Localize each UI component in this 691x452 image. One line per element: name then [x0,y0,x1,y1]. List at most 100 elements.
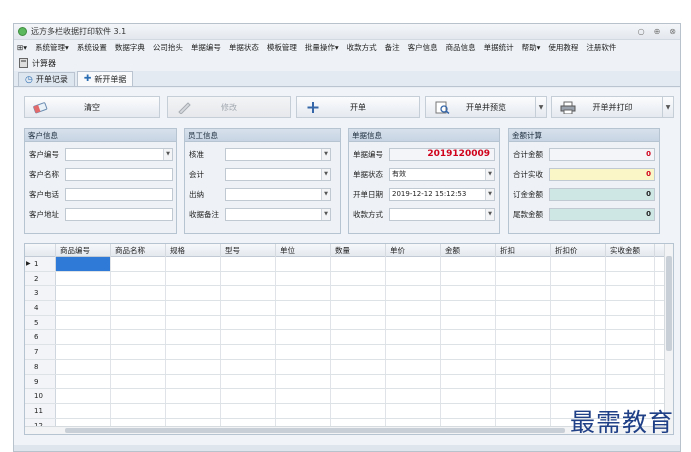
clear-button[interactable]: 清空 [24,96,160,118]
total-received-field[interactable]: 0 [549,167,655,181]
grid-cell[interactable] [496,257,551,271]
calculator-button[interactable]: 计算器 [32,58,56,69]
grid-cell[interactable] [496,359,551,374]
grid-cell[interactable] [386,271,441,286]
open-preview-button[interactable]: 开单并预览 ▼ [425,96,547,118]
grid-cell[interactable] [111,403,166,418]
accountant-select[interactable]: ▼ [225,167,331,181]
grid-cell[interactable] [276,389,331,404]
table-row[interactable]: 7 [25,345,665,360]
grid-cell[interactable] [56,257,111,271]
grid-cell[interactable] [276,403,331,418]
grid-cell[interactable] [606,271,655,286]
grid-cell[interactable] [111,345,166,360]
grid-cell[interactable] [331,315,386,330]
grid-cell[interactable] [56,271,111,286]
grid-cell[interactable] [276,286,331,301]
grid-cell[interactable] [606,315,655,330]
grid-cell[interactable] [606,389,655,404]
grid-cell[interactable] [331,345,386,360]
grid-cell[interactable] [386,257,441,271]
row-header[interactable]: ▶ 1 [25,257,56,271]
grid-cell[interactable] [111,374,166,389]
row-header[interactable]: 8 [25,359,56,374]
table-row[interactable]: 6 [25,330,665,346]
grid-cell[interactable] [331,389,386,404]
row-header[interactable]: 2 [25,271,56,286]
grid-cell[interactable] [331,301,386,316]
close-icon[interactable]: ⊗ [669,27,676,36]
grid-cell[interactable] [111,301,166,316]
row-header[interactable]: 9 [25,374,56,389]
grid-cell[interactable] [331,374,386,389]
grid-cell[interactable] [111,359,166,374]
grid-cell[interactable] [166,389,221,404]
grid-cell[interactable] [496,286,551,301]
grid-cell[interactable] [441,330,496,345]
grid-cell[interactable] [111,257,166,271]
tab-records[interactable]: ◷ 开单记录 [18,72,75,86]
grid-cell[interactable] [276,330,331,345]
chevron-down-icon[interactable]: ▼ [535,97,546,117]
grid-cell[interactable] [386,374,441,389]
menu-receipt-status[interactable]: 单据状态 [229,42,259,53]
approver-select[interactable]: ▼ [225,147,331,161]
menu-data-dictionary[interactable]: 数据字典 [115,42,145,53]
customer-number-field[interactable]: ▼ [65,147,173,161]
grid-cell[interactable] [606,286,655,301]
grid-cell[interactable] [111,271,166,286]
receipt-number-field[interactable]: 2019120009 [389,147,495,161]
grid-cell[interactable] [551,271,606,286]
row-header[interactable]: 11 [25,403,56,418]
table-row[interactable]: 11 [25,403,665,419]
grid-cell[interactable] [551,374,606,389]
grid-cell[interactable] [276,257,331,271]
grid-cell[interactable] [111,389,166,404]
grid-cell[interactable] [551,359,606,374]
grid-cell[interactable] [496,330,551,345]
grid-cell[interactable] [441,374,496,389]
col-discount-price[interactable]: 折扣价 [551,244,606,257]
grid-cell[interactable] [496,389,551,404]
menu-app-icon[interactable]: ⊞▾ [17,43,27,52]
row-header[interactable]: 10 [25,389,56,403]
cashier-select[interactable]: ▼ [225,187,331,201]
grid-cell[interactable] [166,374,221,389]
chevron-down-icon[interactable]: ▼ [485,188,494,200]
grid-cell[interactable] [496,345,551,360]
grid-cell[interactable] [551,315,606,330]
customer-name-field[interactable] [65,167,173,181]
grid-cell[interactable] [551,286,606,301]
grid-cell[interactable] [386,315,441,330]
grid-cell[interactable] [606,374,655,389]
edit-button[interactable]: 修改 [167,96,291,118]
col-received-amount[interactable]: 实收金额 [606,244,655,257]
table-row[interactable]: 3 [25,286,665,302]
menu-payment-method[interactable]: 收款方式 [347,42,377,53]
open-date-picker[interactable]: 2019-12-12 15:12:53 ▼ [389,187,495,201]
grid-cell[interactable] [276,374,331,389]
row-header[interactable]: 7 [25,345,56,359]
grid-cell[interactable] [386,345,441,360]
chevron-down-icon[interactable]: ▼ [321,168,330,180]
grid-cell[interactable] [221,374,276,389]
grid-cell[interactable] [606,257,655,271]
menu-help[interactable]: 帮助▾ [522,42,541,53]
col-model[interactable]: 型号 [221,244,276,257]
grid-cell[interactable] [441,389,496,404]
menu-template-manage[interactable]: 模板管理 [267,42,297,53]
grid-cell[interactable] [56,330,111,345]
grid-cell[interactable] [331,330,386,345]
grid-cell[interactable] [166,257,221,271]
grid-cell[interactable] [386,359,441,374]
grid-cell[interactable] [331,271,386,286]
grid-cell[interactable] [386,389,441,404]
receipt-remark-select[interactable]: ▼ [225,207,331,221]
table-row[interactable]: 2 [25,271,665,287]
grid-cell[interactable] [111,315,166,330]
menu-receipt-stats[interactable]: 单据统计 [484,42,514,53]
col-unit-price[interactable]: 单价 [386,244,441,257]
col-quantity[interactable]: 数量 [331,244,386,257]
row-header[interactable]: 6 [25,330,56,345]
grid-cell[interactable] [56,301,111,316]
